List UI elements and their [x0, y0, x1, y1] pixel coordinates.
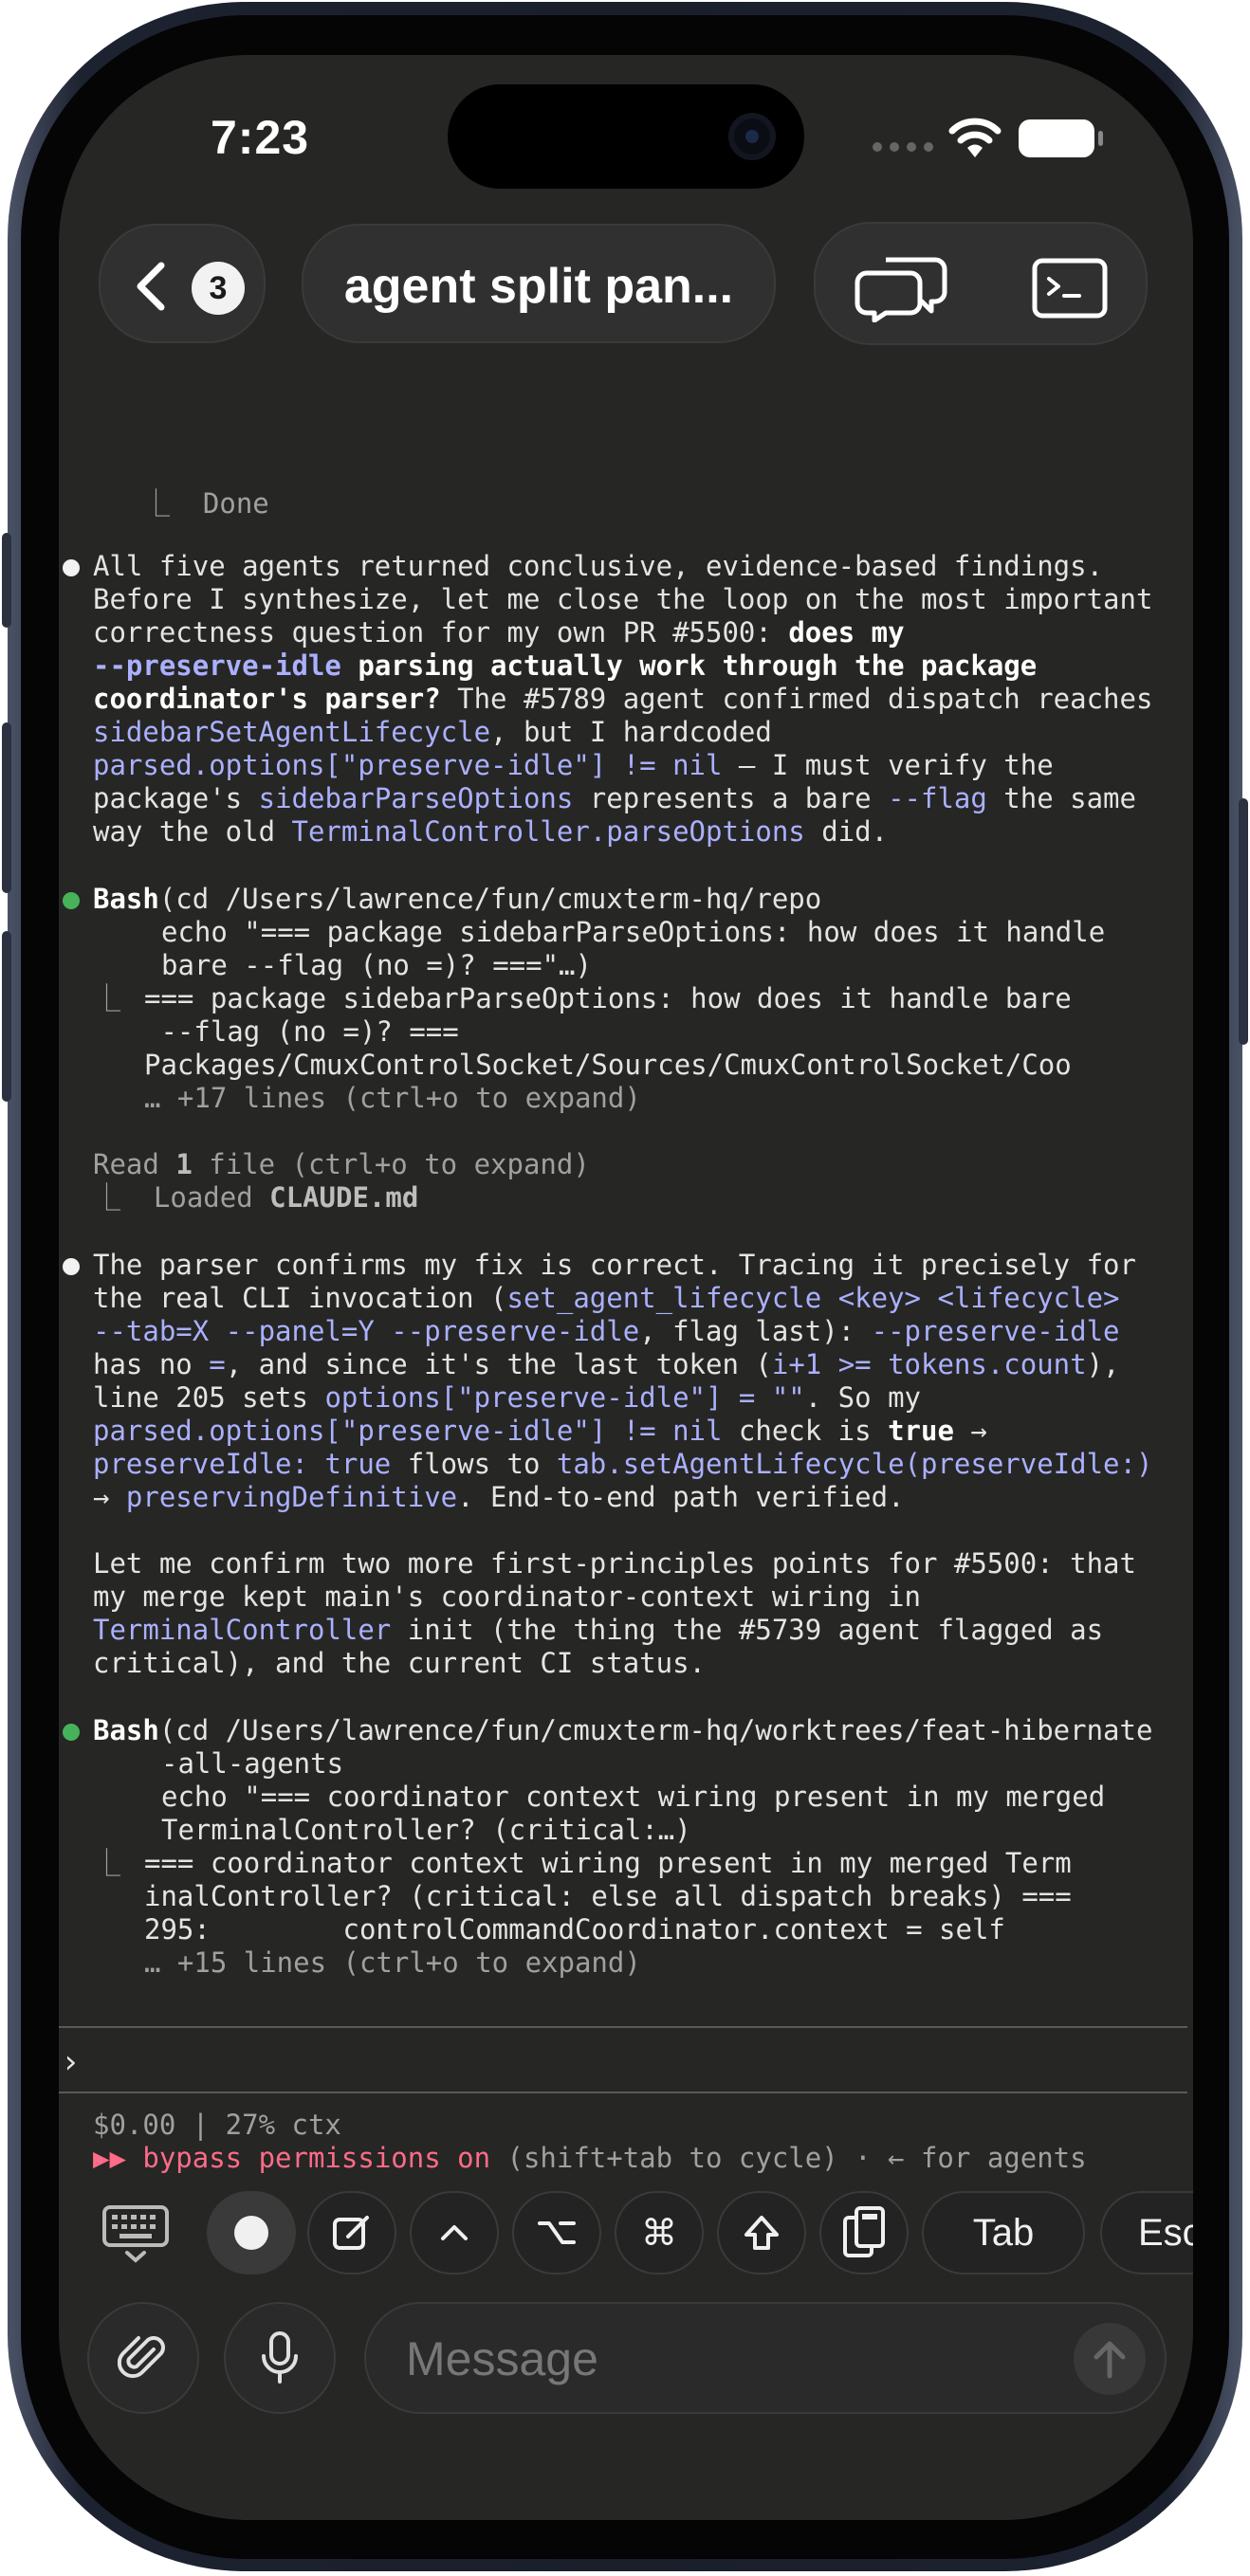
shift-key-button[interactable]	[717, 2191, 806, 2275]
message-input[interactable]	[404, 2325, 1034, 2393]
bash2-command: -all-agents	[161, 1747, 344, 1780]
fast-forward-icon: ▶▶	[93, 2142, 126, 2174]
msg1-line: coordinator's parser? The #5789 agent co…	[93, 683, 1153, 715]
command-icon: ⌘	[641, 2213, 677, 2254]
permission-mode[interactable]: ▶▶ bypass permissions on (shift+tab to c…	[93, 2142, 1087, 2175]
msg2-line: has no =, and since it's the last token …	[93, 1348, 1120, 1380]
session-title-button[interactable]: agent split pan...	[302, 224, 776, 343]
session-title: agent split pan...	[343, 259, 734, 314]
compose-icon	[333, 2216, 369, 2250]
message-bullet	[63, 1258, 80, 1275]
prompt-input[interactable]: ›	[61, 2046, 80, 2079]
paste-button[interactable]	[819, 2191, 909, 2275]
bash2-output: inalController? (critical: else all disp…	[144, 1880, 1072, 1912]
header-actions	[814, 222, 1148, 345]
command-key-button[interactable]: ⌘	[615, 2191, 704, 2275]
microphone-icon	[262, 2331, 298, 2384]
prompt-divider-top	[59, 2026, 1187, 2028]
msg2-line: critical), and the current CI status.	[93, 1647, 707, 1679]
arrow-up-icon	[1094, 2341, 1126, 2379]
paperclip-icon	[118, 2336, 165, 2379]
msg2-line: preserveIdle: true flows to tab.setAgent…	[93, 1448, 1153, 1480]
send-button[interactable]	[1074, 2323, 1146, 2395]
ctrl-key-button[interactable]	[410, 2191, 499, 2275]
msg2-line: --tab=X --panel=Y --preserve-idle, flag …	[93, 1315, 1120, 1347]
volume-up-button	[2, 722, 11, 893]
microphone-button[interactable]	[224, 2302, 336, 2414]
esc-key-button[interactable]: Esc	[1100, 2191, 1193, 2275]
wifi-icon	[948, 118, 1002, 157]
tool-call-bullet	[63, 892, 80, 909]
msg1-line: --preserve-idle parsing actually work th…	[93, 649, 1038, 682]
attach-button[interactable]	[87, 2302, 199, 2414]
record-button[interactable]	[207, 2191, 296, 2275]
ctrl-caret-icon	[441, 2225, 468, 2240]
option-icon	[538, 2221, 576, 2244]
msg1-line: way the old TerminalController.parseOpti…	[93, 815, 889, 848]
msg1-line: Before I synthesize, let me close the lo…	[93, 583, 1153, 615]
battery-icon	[1019, 119, 1104, 159]
composer	[59, 2294, 1193, 2437]
tab-key-button[interactable]: Tab	[922, 2191, 1085, 2275]
compose-button[interactable]	[307, 2191, 396, 2275]
msg2-line: Let me confirm two more first-principles…	[93, 1547, 1136, 1580]
bash2-output: === coordinator context wiring present i…	[144, 1847, 1072, 1879]
side-button	[1239, 798, 1248, 1045]
bash2-command: echo "=== coordinator context wiring pre…	[161, 1781, 1106, 1813]
msg2-line: my merge kept main's coordinator-context…	[93, 1580, 921, 1613]
msg2-line: line 205 sets options["preserve-idle"] =…	[93, 1381, 921, 1414]
key-toolbar: ⌘ Tab Esc	[59, 2179, 1193, 2293]
bash1-output: === package sidebarParseOptions: how doe…	[144, 982, 1072, 1014]
msg1-line: package's sidebarParseOptions represents…	[93, 782, 1136, 814]
msg2-line: The parser confirms my fix is correct. T…	[93, 1249, 1136, 1281]
terminal-icon[interactable]	[1032, 258, 1108, 319]
camera-icon	[728, 113, 776, 160]
shift-icon	[744, 2216, 779, 2250]
back-count-badge: 3	[192, 262, 245, 315]
msg1-line: correctness question for my own PR #5500…	[93, 616, 905, 649]
chat-bubbles-icon[interactable]	[854, 254, 952, 322]
msg1-line: sidebarSetAgentLifecycle, but I hardcode…	[93, 716, 772, 748]
paste-icon	[843, 2206, 885, 2257]
bash2-command: TerminalController? (critical:…)	[161, 1814, 691, 1846]
tool-call-bullet	[63, 1724, 80, 1741]
action-button	[2, 533, 11, 628]
dynamic-island	[448, 84, 804, 189]
bash1-output: --flag (no =)? ===	[144, 1015, 459, 1048]
volume-down-button	[2, 931, 11, 1102]
prompt-divider-bottom	[59, 2092, 1187, 2093]
keyboard-icon[interactable]	[101, 2200, 171, 2266]
back-button[interactable]: 3	[99, 224, 266, 343]
bash2-output: 295: controlCommandCoordinator.context =…	[144, 1913, 1005, 1946]
option-key-button[interactable]	[512, 2191, 601, 2275]
msg2-line: TerminalController init (the thing the #…	[93, 1614, 1104, 1646]
bash1-output: Packages/CmuxControlSocket/Sources/CmuxC…	[144, 1049, 1072, 1081]
msg1-line: All five agents returned conclusive, evi…	[93, 550, 1104, 582]
loaded-line: ⎿ Loaded CLAUDE.md	[93, 1181, 419, 1214]
chevron-left-icon	[137, 262, 165, 311]
bash1-command: bare --flag (no =)? ==="…)	[161, 949, 592, 981]
cost-status: $0.00 | 27% ctx	[93, 2109, 341, 2141]
bash1-command: Bash(cd /Users/lawrence/fun/cmuxterm-hq/…	[93, 883, 822, 915]
msg1-line: parsed.options["preserve-idle"] != nil —…	[93, 749, 1054, 781]
screen: 7:23 3 agent split pan... ⎿ Done All fiv…	[59, 55, 1193, 2520]
message-field	[364, 2302, 1167, 2414]
output-prefix: ⎿	[93, 1847, 121, 1879]
bash1-command: echo "=== package sidebarParseOptions: h…	[161, 916, 1106, 948]
expand-hint[interactable]: … +15 lines (ctrl+o to expand)	[144, 1946, 641, 1980]
message-bullet	[63, 559, 80, 576]
output-prefix: ⎿	[93, 982, 121, 1014]
bash2-command: Bash(cd /Users/lawrence/fun/cmuxterm-hq/…	[93, 1714, 1153, 1746]
msg2-line: → preservingDefinitive. End-to-end path …	[93, 1481, 905, 1513]
read-line[interactable]: Read 1 file (ctrl+o to expand)	[93, 1148, 590, 1181]
msg2-line: parsed.options["preserve-idle"] != nil c…	[93, 1415, 987, 1447]
expand-hint[interactable]: … +17 lines (ctrl+o to expand)	[144, 1082, 641, 1115]
done-line: ⎿ Done	[142, 487, 269, 520]
cellular-dots-icon	[873, 142, 933, 152]
status-time: 7:23	[211, 111, 310, 164]
record-icon	[234, 2216, 268, 2250]
msg2-line: the real CLI invocation (set_agent_lifec…	[93, 1282, 1120, 1314]
